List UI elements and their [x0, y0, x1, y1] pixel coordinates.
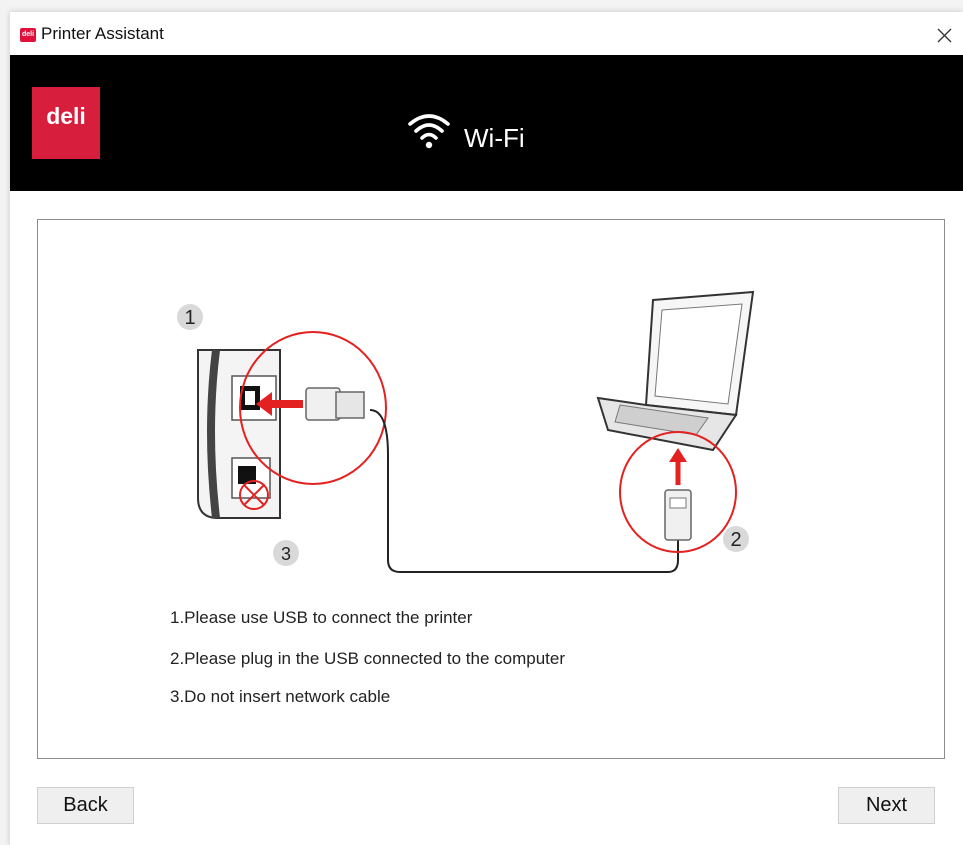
printer-port-panel: [197, 349, 281, 519]
callout-3-label: 3: [281, 544, 291, 564]
instruction-2: 2.Please plug in the USB connected to th…: [170, 649, 566, 668]
instruction-1: 1.Please use USB to connect the printer: [170, 608, 473, 627]
app-logo-icon: deli: [20, 28, 36, 42]
callout-2-label: 2: [730, 529, 741, 551]
laptop-usb-plug: [664, 448, 692, 541]
callout-1: 1: [177, 304, 203, 330]
wifi-icon: [408, 114, 450, 149]
deli-logo: deli: [32, 87, 100, 159]
printer-assistant-window: deli Printer Assistant deli Wi-Fi 1 2 3 …: [10, 12, 963, 845]
header-title: Wi-Fi: [464, 123, 525, 153]
close-icon: [937, 28, 952, 43]
callout-1-label: 1: [184, 307, 195, 329]
callout-3: 3: [273, 540, 299, 566]
usb-connection-illustration: 1 2 3: [177, 290, 755, 573]
back-button[interactable]: Back: [37, 787, 134, 824]
title-bar: deli Printer Assistant: [10, 12, 963, 55]
instruction-3: 3.Do not insert network cable: [170, 687, 391, 706]
instruction-panel: 1 2 3 1.Please use USB to connect the pr…: [37, 219, 945, 759]
callout-2: 2: [723, 526, 749, 552]
laptop: [596, 290, 755, 452]
window-title: Printer Assistant: [41, 24, 164, 43]
header-banner: deli Wi-Fi: [10, 55, 963, 191]
next-button[interactable]: Next: [838, 787, 935, 824]
close-button[interactable]: [929, 20, 959, 50]
